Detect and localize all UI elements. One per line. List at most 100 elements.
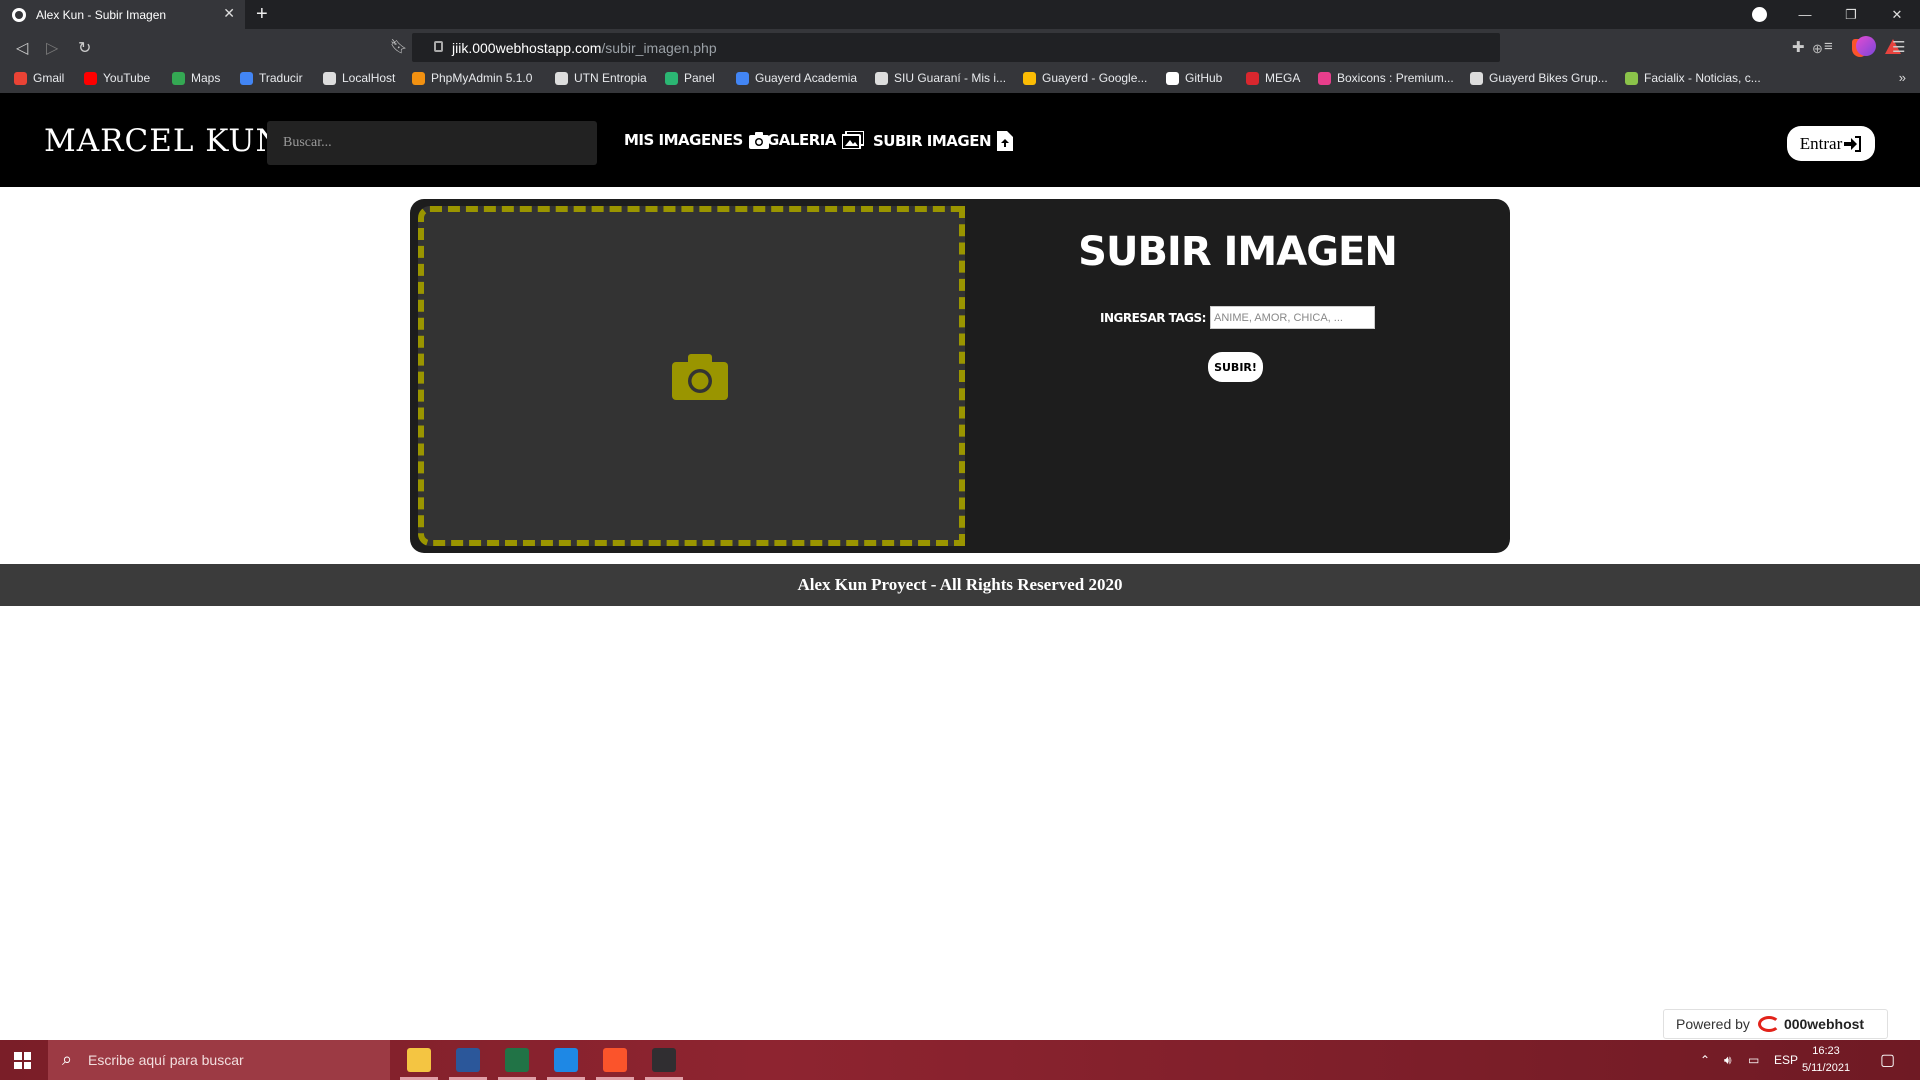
bookmark-item[interactable]: Traducir <box>240 71 303 85</box>
sign-in-icon <box>1844 135 1862 152</box>
bookmark-label: SIU Guaraní - Mis i... <box>894 71 1007 85</box>
forward-icon[interactable]: ▷ <box>46 38 58 58</box>
bookmark-item[interactable]: Maps <box>172 71 220 85</box>
clock-time: 16:23 <box>1812 1045 1840 1057</box>
nav-subir-imagen-label: SUBIR IMAGEN <box>873 132 992 150</box>
vscode-icon[interactable] <box>554 1048 578 1072</box>
bookmark-item[interactable]: Panel <box>665 71 715 85</box>
bookmark-favicon-icon <box>875 71 888 85</box>
upload-card: SUBIR IMAGEN INGRESAR TAGS: SUBIR! <box>410 199 1510 553</box>
bookmark-label: GitHub <box>1185 71 1223 85</box>
taskbar-search[interactable]: Escribe aquí para buscar <box>48 1040 390 1080</box>
search-input[interactable] <box>267 121 597 165</box>
bookmark-item[interactable]: Guayerd Academia <box>736 71 857 85</box>
site-header: MARCEL KUN MIS IMAGENES GALERIA SUBIR IM… <box>0 93 1920 187</box>
bookmark-label: PhpMyAdmin 5.1.0 <box>431 71 533 85</box>
bookmark-favicon-icon <box>1166 71 1179 85</box>
bookmark-item[interactable]: LocalHost <box>323 71 395 85</box>
bookmark-item[interactable]: GitHub <box>1166 71 1222 85</box>
restore-button[interactable]: ❐ <box>1828 0 1874 29</box>
language-indicator[interactable]: ESP <box>1774 1040 1798 1080</box>
bookmark-item[interactable]: Guayerd - Google... <box>1023 71 1147 85</box>
bookmarks-bar: Gmail YouTube Maps Traducir LocalHost PhpMyAd… <box>0 67 1920 93</box>
obs-icon[interactable] <box>652 1048 676 1072</box>
word-icon[interactable] <box>456 1048 480 1072</box>
login-label: Entrar <box>1799 133 1843 153</box>
nav-mis-imagenes[interactable]: MIS IMAGENES <box>624 131 769 149</box>
login-button[interactable]: Entrar <box>1787 126 1875 161</box>
bookmark-label: LocalHost <box>342 71 396 85</box>
site-logo[interactable]: MARCEL KUN <box>44 123 284 159</box>
network-icon[interactable]: ▭ <box>1748 1040 1759 1080</box>
tags-input[interactable] <box>1209 306 1375 329</box>
image-dropzone[interactable] <box>418 206 965 546</box>
bookmark-label: UTN Entropia <box>574 71 647 85</box>
url-bar[interactable]: jiik.000webhostapp.com/subir_imagen.php … <box>412 33 1901 62</box>
upload-title: SUBIR IMAGEN <box>1078 229 1398 275</box>
bookmark-favicon-icon <box>1023 71 1036 85</box>
nav-mis-imagenes-label: MIS IMAGENES <box>624 131 743 149</box>
bookmark-label: Gmail <box>33 71 65 85</box>
bookmark-label: MEGA <box>1265 71 1301 85</box>
browser-tab-active[interactable]: Alex Kun - Subir Imagen ✕ <box>0 0 245 29</box>
site-favicon-icon <box>12 7 26 22</box>
notifications-icon[interactable]: ▢ <box>1880 1040 1895 1080</box>
excel-icon[interactable] <box>505 1048 529 1072</box>
profile-avatar[interactable] <box>1856 36 1876 56</box>
bookmark-label: Boxicons : Premium... <box>1337 71 1454 85</box>
nav-galeria-label: GALERIA <box>767 131 836 149</box>
bookmark-label: Guayerd Bikes Grup... <box>1489 71 1608 85</box>
bookmark-item[interactable]: UTN Entropia <box>555 71 647 85</box>
extensions-icon[interactable]: ✚ <box>1792 38 1805 56</box>
zoom-icon[interactable]: ⊕ <box>1812 41 1823 57</box>
camera-icon <box>748 131 769 149</box>
menu-icon[interactable]: ☰ <box>1892 38 1905 56</box>
file-explorer-icon[interactable] <box>407 1048 431 1072</box>
minimize-button[interactable]: — <box>1782 0 1828 29</box>
bookmark-label: Maps <box>191 71 221 85</box>
bookmark-item[interactable]: SIU Guaraní - Mis i... <box>875 71 1006 85</box>
lock-icon <box>434 41 443 52</box>
site-footer: Alex Kun Proyect - All Rights Reserved 2… <box>0 564 1920 606</box>
file-upload-icon <box>997 131 1013 151</box>
windows-start-icon[interactable] <box>14 1052 31 1069</box>
clock-date: 5/11/2021 <box>1801 1062 1851 1074</box>
bookmark-favicon-icon <box>1470 71 1483 85</box>
volume-icon[interactable]: 🔊︎ <box>1724 1040 1732 1080</box>
tags-label: INGRESAR TAGS: <box>1100 310 1206 325</box>
windows-taskbar: Escribe aquí para buscar ⌃ 🔊︎ ▭ ESP 16:2… <box>0 1040 1920 1080</box>
reload-icon[interactable]: ↻ <box>78 38 91 58</box>
close-window-button[interactable]: ✕ <box>1874 0 1920 29</box>
bookmark-item[interactable]: MEGA <box>1246 71 1300 85</box>
new-tab-button[interactable]: + <box>256 3 268 25</box>
bookmark-item[interactable]: Boxicons : Premium... <box>1318 71 1454 85</box>
bookmark-favicon-icon <box>240 71 253 85</box>
bookmark-favicon-icon <box>1625 71 1638 85</box>
bookmark-label: Guayerd Academia <box>755 71 858 85</box>
powered-by-label: Powered by <box>1676 1016 1750 1032</box>
nav-galeria[interactable]: GALERIA <box>767 131 864 149</box>
submit-button[interactable]: SUBIR! <box>1208 352 1263 382</box>
nav-subir-imagen[interactable]: SUBIR IMAGEN <box>873 131 1013 151</box>
bookmark-favicon-icon <box>84 71 97 85</box>
tray-chevron-icon[interactable]: ⌃ <box>1700 1040 1710 1080</box>
bookmark-favicon-icon <box>172 71 185 85</box>
bookmark-item[interactable]: YouTube <box>84 71 150 85</box>
bookmark-page-icon[interactable]: 🔖︎ <box>390 38 408 55</box>
powered-by-badge[interactable]: Powered by 000webhost <box>1663 1009 1888 1039</box>
reading-list-icon[interactable]: ≡ <box>1824 38 1833 55</box>
back-icon[interactable]: ◁ <box>16 38 28 58</box>
tab-close-icon[interactable]: ✕ <box>223 5 235 22</box>
bookmark-item[interactable]: Facialix - Noticias, c... <box>1625 71 1761 85</box>
bookmarks-overflow-icon[interactable]: » <box>1899 70 1906 85</box>
media-control-icon[interactable] <box>1752 7 1767 22</box>
tags-row: INGRESAR TAGS: <box>965 306 1510 329</box>
taskbar-clock[interactable]: 16:23 5/11/2021 <box>1796 1043 1856 1077</box>
bookmark-label: Traducir <box>259 71 303 85</box>
brave-icon[interactable] <box>603 1048 627 1072</box>
bookmark-item[interactable]: Guayerd Bikes Grup... <box>1470 71 1608 85</box>
bookmark-item[interactable]: PhpMyAdmin 5.1.0 <box>412 71 532 85</box>
url-host: jiik.000webhostapp.com <box>452 39 602 56</box>
bookmark-item[interactable]: Gmail <box>14 71 64 85</box>
tab-title: Alex Kun - Subir Imagen <box>36 7 167 22</box>
